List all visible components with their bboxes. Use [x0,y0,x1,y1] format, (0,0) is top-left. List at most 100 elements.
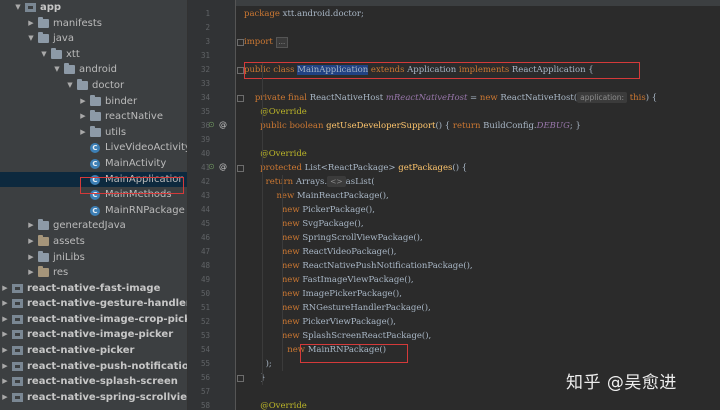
code-line[interactable]: new PickerViewPackage(), [244,315,396,329]
code-token: ; } [569,121,581,131]
tree-item-assets[interactable]: ▶ assets [0,234,187,250]
fold-toggle-icon[interactable] [237,39,244,46]
tree-item-label: react-native-image-picker [27,329,174,341]
tree-item-java[interactable]: ▼ java [0,31,187,47]
expand-arrow-down-icon[interactable]: ▼ [26,31,36,47]
override-indicator-icon[interactable]: ⊙ [208,120,215,129]
annotation-icon[interactable]: @ [219,120,227,129]
fold-toggle-icon[interactable] [237,67,244,74]
code-line[interactable]: new SplashScreenReactPackage(), [244,329,431,343]
line-number: 35 [200,107,210,116]
expand-arrow-right-icon[interactable]: ▶ [0,359,10,375]
tree-item-react-native-gesture-handler[interactable]: ▶ react-native-gesture-handler [0,296,187,312]
module-folder-icon [12,283,23,293]
code-token: BuildConfig. [483,121,537,131]
code-line[interactable]: @Override [244,147,307,161]
code-line[interactable]: protected List<ReactPackage> getPackages… [244,161,467,175]
code-token: FastImageViewPackage(), [302,275,414,285]
fold-toggle-icon[interactable] [237,375,244,382]
expand-arrow-down-icon[interactable]: ▼ [13,0,23,16]
tree-item-binder[interactable]: ▶ binder [0,94,187,110]
code-line[interactable]: @Override [244,105,307,119]
code-line[interactable]: new FastImageViewPackage(), [244,273,414,287]
tree-item-doctor[interactable]: ▼ doctor [0,78,187,94]
code-line[interactable]: new MainReactPackage(), [244,189,388,203]
code-line[interactable]: package xtt.android.doctor; [244,7,364,21]
tree-item-reactnative[interactable]: ▶ reactNative [0,109,187,125]
code-line[interactable]: @Override [244,399,307,410]
expand-arrow-right-icon[interactable]: ▶ [26,265,36,281]
expand-arrow-right-icon[interactable]: ▶ [26,16,36,32]
code-line[interactable]: new PickerPackage(), [244,203,375,217]
code-token: ReactNativePushNotificationPackage(), [302,261,473,271]
code-line[interactable]: new ReactNativePushNotificationPackage()… [244,259,473,273]
expand-arrow-right-icon[interactable]: ▶ [0,374,10,390]
code-line[interactable]: return Arrays. <> asList( [244,175,375,189]
editor-gutter: 1 2 3 31 32 33 34 35 36 39 40 41 42 43 44 45 46 47 48 49 50 5… [188,0,236,410]
tree-item-react-native-picker[interactable]: ▶ react-native-picker [0,343,187,359]
fold-toggle-icon[interactable] [237,165,244,172]
tree-item-res[interactable]: ▶ res [0,265,187,281]
tree-item-react-native-image-crop-picker[interactable]: ▶ react-native-image-crop-picker [0,312,187,328]
line-number: 46 [200,233,210,242]
code-token: SplashScreenReactPackage(), [302,331,432,341]
folded-code[interactable]: ... [275,37,289,48]
tree-item-jnilibs[interactable]: ▶ jniLibs [0,250,187,266]
code-line[interactable]: new ReactVideoPackage(), [244,245,397,259]
expand-arrow-down-icon[interactable]: ▼ [52,62,62,78]
code-token: ReactNativeHost( [500,93,578,103]
code-token: xtt.android.doctor; [282,9,364,19]
expand-arrow-right-icon[interactable]: ▶ [26,218,36,234]
tree-item-livevideoactivity[interactable]: LiveVideoActivity [0,140,187,156]
expand-arrow-right-icon[interactable]: ▶ [0,312,10,328]
expand-arrow-down-icon[interactable]: ▼ [65,78,75,94]
expand-arrow-right-icon[interactable]: ▶ [0,281,10,297]
line-number: 39 [200,135,210,144]
code-line[interactable]: new ImagePickerPackage(), [244,287,402,301]
expand-arrow-right-icon[interactable]: ▶ [78,94,88,110]
code-line[interactable]: ); [244,357,272,371]
expand-arrow-right-icon[interactable]: ▶ [0,296,10,312]
tree-item-react-native-spring-scrollview[interactable]: ▶ react-native-spring-scrollview [0,390,187,406]
expand-arrow-right-icon[interactable]: ▶ [0,327,10,343]
code-editor[interactable]: package xtt.android.doctor; import ... pub… [236,0,720,410]
code-line[interactable]: private final ReactNativeHost mReactNati… [244,91,657,105]
tree-item-generatedjava[interactable]: ▶ generatedJava [0,218,187,234]
tree-item-manifests[interactable]: ▶ manifests [0,16,187,32]
expand-arrow-down-icon[interactable]: ▼ [39,47,49,63]
code-line[interactable]: new SpringScrollViewPackage(), [244,231,423,245]
tree-item-app[interactable]: ▼ app [0,0,187,16]
code-token: @Override [260,107,307,117]
editor-tab-bar [236,0,720,6]
expand-arrow-right-icon[interactable]: ▶ [0,343,10,359]
tree-item-react-native-splash-screen[interactable]: ▶ react-native-splash-screen [0,374,187,390]
tree-item-react-native-push-notification[interactable]: ▶ react-native-push-notification [0,359,187,375]
expand-arrow-right-icon[interactable]: ▶ [26,250,36,266]
expand-arrow-right-icon[interactable]: ▶ [78,125,88,141]
annotation-icon[interactable]: @ [219,162,227,171]
tree-item-mainrnpackage[interactable]: MainRNPackage [0,203,187,219]
code-line[interactable]: new RNGestureHandlerPackage(), [244,301,431,315]
code-token: mReactNativeHost [385,93,468,103]
fold-toggle-icon[interactable] [237,95,244,102]
tree-item-react-native-fast-image[interactable]: ▶ react-native-fast-image [0,281,187,297]
code-line[interactable]: import ... [244,35,289,49]
folder-icon [38,32,49,44]
tree-item-mainactivity[interactable]: MainActivity [0,156,187,172]
expand-arrow-right-icon[interactable]: ▶ [26,234,36,250]
expand-arrow-right-icon[interactable]: ▶ [78,109,88,125]
line-number: 48 [200,261,210,270]
tree-item-utils[interactable]: ▶ utils [0,125,187,141]
tree-item-react-native-image-picker[interactable]: ▶ react-native-image-picker [0,327,187,343]
line-number: 41 [200,163,210,172]
code-token: SvgPackage(), [302,219,364,229]
expand-arrow-right-icon[interactable]: ▶ [0,390,10,406]
code-token: getUseDeveloperSupport [326,121,436,131]
tree-item-xtt[interactable]: ▼ xtt [0,47,187,63]
tree-item-android[interactable]: ▼ android [0,62,187,78]
override-indicator-icon[interactable]: ⊙ [208,162,215,171]
code-line[interactable]: public boolean getUseDeveloperSupport() … [244,119,581,133]
